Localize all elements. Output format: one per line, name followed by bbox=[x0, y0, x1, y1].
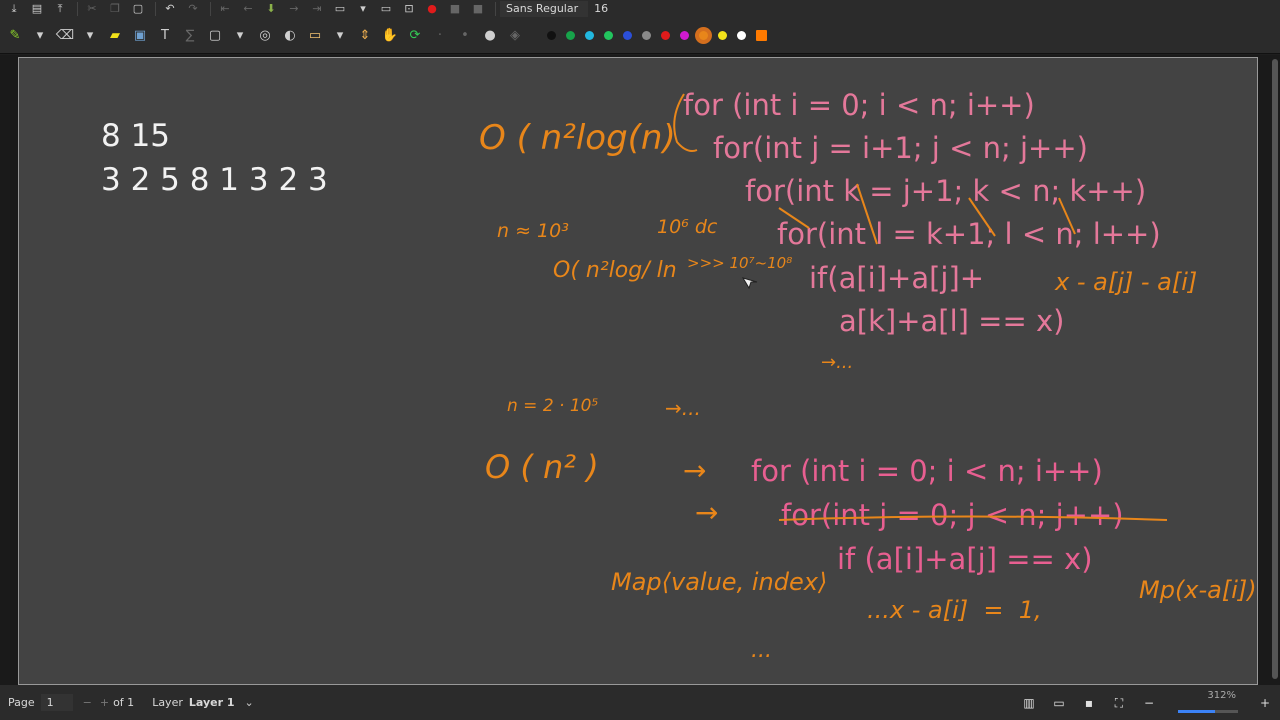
color-swatch[interactable] bbox=[585, 30, 594, 40]
page-canvas[interactable]: 8 15 3 2 5 8 1 3 2 3 for (int i = 0; i <… bbox=[18, 57, 1258, 685]
dependency-stroke-3 bbox=[968, 197, 996, 237]
eraser-tool-icon[interactable]: ⌫ bbox=[54, 21, 76, 49]
color-swatch[interactable] bbox=[699, 30, 708, 40]
prev-page-icon[interactable]: ← bbox=[238, 1, 258, 17]
redo-icon[interactable]: ↷ bbox=[183, 1, 203, 17]
vertical-scrollbar[interactable] bbox=[1266, 55, 1280, 685]
layer-label: Layer bbox=[152, 696, 183, 709]
zoom-control[interactable]: 312% bbox=[1178, 688, 1244, 718]
dependency-stroke-1 bbox=[778, 207, 810, 229]
tools-toolbar: ✎ ▾ ⌫ ▾ ▰ ▣ T ∑ ▢ ▾ ◎ ◐ ▭ ▾ ⇕ ✋ ⟳ · • ● … bbox=[0, 17, 1280, 54]
image-tool-icon[interactable]: ▣ bbox=[129, 21, 151, 49]
zoom-level: 312% bbox=[1207, 689, 1236, 701]
page-delete-icon[interactable]: ▭ bbox=[376, 1, 396, 17]
zoom-in-icon[interactable]: + bbox=[1258, 697, 1272, 709]
select-rect-icon[interactable]: ▢ bbox=[204, 21, 226, 49]
canvas-area: 8 15 3 2 5 8 1 3 2 3 for (int i = 0; i <… bbox=[0, 55, 1280, 685]
color-swatch[interactable] bbox=[680, 30, 689, 40]
zoom-slider-fill bbox=[1178, 709, 1216, 713]
dot-small-icon[interactable]: · bbox=[429, 21, 451, 49]
next-page-icon[interactable]: → bbox=[284, 1, 304, 17]
status-bar: Page 1 − + of 1 Layer Layer 1 ⌄ ▥ ▭ ▪ ⛶ … bbox=[0, 685, 1280, 720]
new-page-icon[interactable]: ▤ bbox=[27, 1, 47, 17]
undo-icon[interactable]: ↶ bbox=[160, 1, 180, 17]
ruler-icon[interactable]: ◐ bbox=[279, 21, 301, 49]
cut-icon[interactable]: ✂ bbox=[82, 1, 102, 17]
separator bbox=[77, 1, 78, 16]
insert-page-icon[interactable]: ▭ bbox=[304, 21, 326, 49]
fullscreen-icon[interactable]: ⊡ bbox=[399, 1, 419, 17]
main-toolbar: ⤓ ▤ ⤒ ✂ ❐ ▢ ↶ ↷ ⇤ ← ⬇ → ⇥ ▭ ▾ ▭ ⊡ ● ■ ■ … bbox=[0, 0, 1280, 17]
page-view-icon[interactable]: ▪ bbox=[1082, 697, 1096, 709]
color-swatch[interactable] bbox=[661, 30, 670, 40]
chevron-down-icon[interactable]: ▾ bbox=[29, 21, 51, 49]
dot-large-icon[interactable]: ● bbox=[479, 21, 501, 49]
text-tool-icon[interactable]: T bbox=[154, 21, 176, 49]
mouse-cursor-icon bbox=[741, 277, 758, 290]
zoom-out-icon[interactable]: − bbox=[1142, 697, 1156, 709]
page-number-field[interactable]: 1 bbox=[40, 694, 73, 711]
pen-tool-icon[interactable]: ✎ bbox=[4, 21, 26, 49]
presentation-icon[interactable]: ▭ bbox=[1052, 697, 1066, 709]
chevron-down-icon[interactable]: ▾ bbox=[353, 1, 373, 17]
chevron-down-icon[interactable]: ⌄ bbox=[245, 696, 254, 709]
zoom-slider[interactable] bbox=[1178, 709, 1238, 713]
color-palette bbox=[547, 29, 777, 41]
scroll-thumb[interactable] bbox=[1272, 59, 1278, 679]
page-add-icon[interactable]: ▭ bbox=[330, 1, 350, 17]
dependency-stroke-4 bbox=[1058, 197, 1076, 235]
layer-select[interactable]: Layer 1 bbox=[189, 696, 235, 709]
highlighter-tool-icon[interactable]: ▰ bbox=[104, 21, 126, 49]
strikethrough-stroke bbox=[778, 515, 1168, 521]
color-swatch[interactable] bbox=[604, 30, 613, 40]
goto-page-icon[interactable]: ⬇ bbox=[261, 1, 281, 17]
lasso-icon[interactable]: ◎ bbox=[254, 21, 276, 49]
separator bbox=[155, 1, 156, 16]
color-swatch[interactable] bbox=[642, 30, 651, 40]
stop-icon[interactable]: ■ bbox=[445, 1, 465, 17]
first-page-icon[interactable]: ⇤ bbox=[215, 1, 235, 17]
page-decrement-icon[interactable]: − bbox=[83, 696, 92, 709]
color-swatch[interactable] bbox=[547, 30, 556, 40]
font-name-select[interactable]: Sans Regular bbox=[500, 0, 589, 17]
chevron-down-icon[interactable]: ▾ bbox=[229, 21, 251, 49]
separator bbox=[210, 1, 211, 16]
color-swatch[interactable] bbox=[756, 29, 767, 41]
color-swatch[interactable] bbox=[623, 30, 632, 40]
separator bbox=[495, 1, 496, 16]
color-swatch[interactable] bbox=[718, 30, 727, 40]
refresh-icon[interactable]: ⟳ bbox=[404, 21, 426, 49]
dependency-stroke-2 bbox=[856, 183, 878, 245]
two-pages-icon[interactable]: ▥ bbox=[1022, 697, 1036, 709]
hand-tool-icon[interactable]: ✋ bbox=[379, 21, 401, 49]
bracket-stroke bbox=[673, 93, 698, 152]
copy-icon[interactable]: ❐ bbox=[105, 1, 125, 17]
page-increment-icon[interactable]: + bbox=[100, 696, 109, 709]
chevron-down-icon[interactable]: ▾ bbox=[329, 21, 351, 49]
ink-strokes bbox=[673, 93, 1168, 521]
page-count: of 1 bbox=[113, 696, 135, 709]
color-swatch[interactable] bbox=[566, 30, 575, 40]
dot-medium-icon[interactable]: • bbox=[454, 21, 476, 49]
pause-icon[interactable]: ■ bbox=[468, 1, 488, 17]
font-size-field[interactable]: 16 bbox=[588, 2, 614, 15]
save-icon[interactable]: ⤓ bbox=[4, 1, 24, 17]
record-icon[interactable]: ● bbox=[422, 1, 442, 17]
color-swatch[interactable] bbox=[737, 30, 746, 40]
math-tool-icon[interactable]: ∑ bbox=[179, 21, 201, 49]
export-icon[interactable]: ⤒ bbox=[50, 1, 70, 17]
fill-icon[interactable]: ◈ bbox=[504, 21, 526, 49]
last-page-icon[interactable]: ⇥ bbox=[307, 1, 327, 17]
paste-icon[interactable]: ▢ bbox=[128, 1, 148, 17]
pdf-tool-icon[interactable]: ⇕ bbox=[354, 21, 376, 49]
page-label: Page bbox=[8, 696, 35, 709]
chevron-down-icon[interactable]: ▾ bbox=[79, 21, 101, 49]
fullscreen-icon[interactable]: ⛶ bbox=[1112, 697, 1126, 709]
